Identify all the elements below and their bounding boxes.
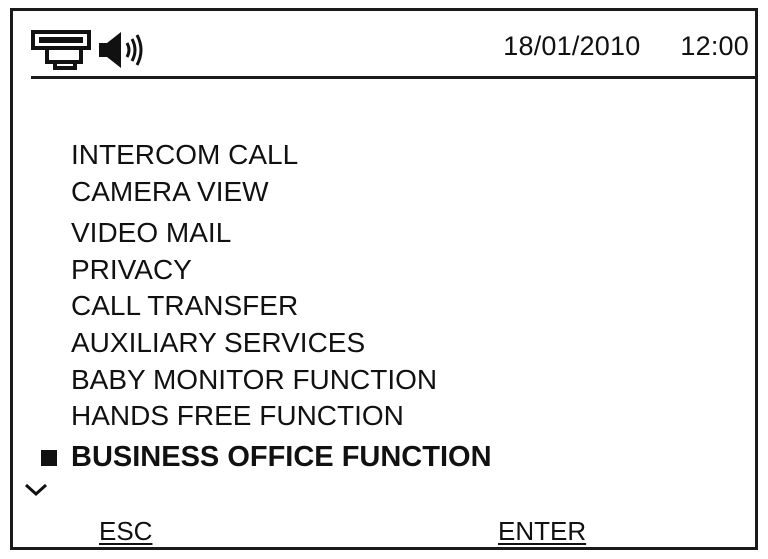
selection-marker xyxy=(41,450,57,466)
device-screen: 18/01/2010 12:00 INTERCOM CALL CAMERA VI… xyxy=(10,8,758,550)
datetime: 18/01/2010 12:00 xyxy=(503,31,749,62)
menu-item-auxiliary-services[interactable]: AUXILIARY SERVICES xyxy=(71,327,365,359)
chevron-down-icon xyxy=(24,483,48,497)
menu-item-camera-view[interactable]: CAMERA VIEW xyxy=(71,176,269,208)
time-display: 12:00 xyxy=(680,31,749,61)
menu-item-intercom-call[interactable]: INTERCOM CALL xyxy=(71,139,298,171)
status-divider xyxy=(31,76,755,79)
intercom-icon xyxy=(31,30,91,70)
date-display: 18/01/2010 xyxy=(503,31,641,61)
menu-item-business-office-function[interactable]: BUSINESS OFFICE FUNCTION xyxy=(71,441,492,473)
enter-softkey[interactable]: ENTER xyxy=(498,516,586,547)
menu-item-call-transfer[interactable]: CALL TRANSFER xyxy=(71,290,298,322)
status-icons xyxy=(31,25,153,75)
status-bar: 18/01/2010 12:00 xyxy=(31,21,751,79)
scroll-down-indicator[interactable] xyxy=(23,481,49,504)
menu-item-baby-monitor-function[interactable]: BABY MONITOR FUNCTION xyxy=(71,364,437,396)
menu-item-privacy[interactable]: PRIVACY xyxy=(71,254,192,286)
esc-softkey[interactable]: ESC xyxy=(99,516,152,547)
menu-item-hands-free-function[interactable]: HANDS FREE FUNCTION xyxy=(71,400,404,432)
speaker-volume-icon xyxy=(99,32,143,68)
menu-item-video-mail[interactable]: VIDEO MAIL xyxy=(71,217,231,249)
